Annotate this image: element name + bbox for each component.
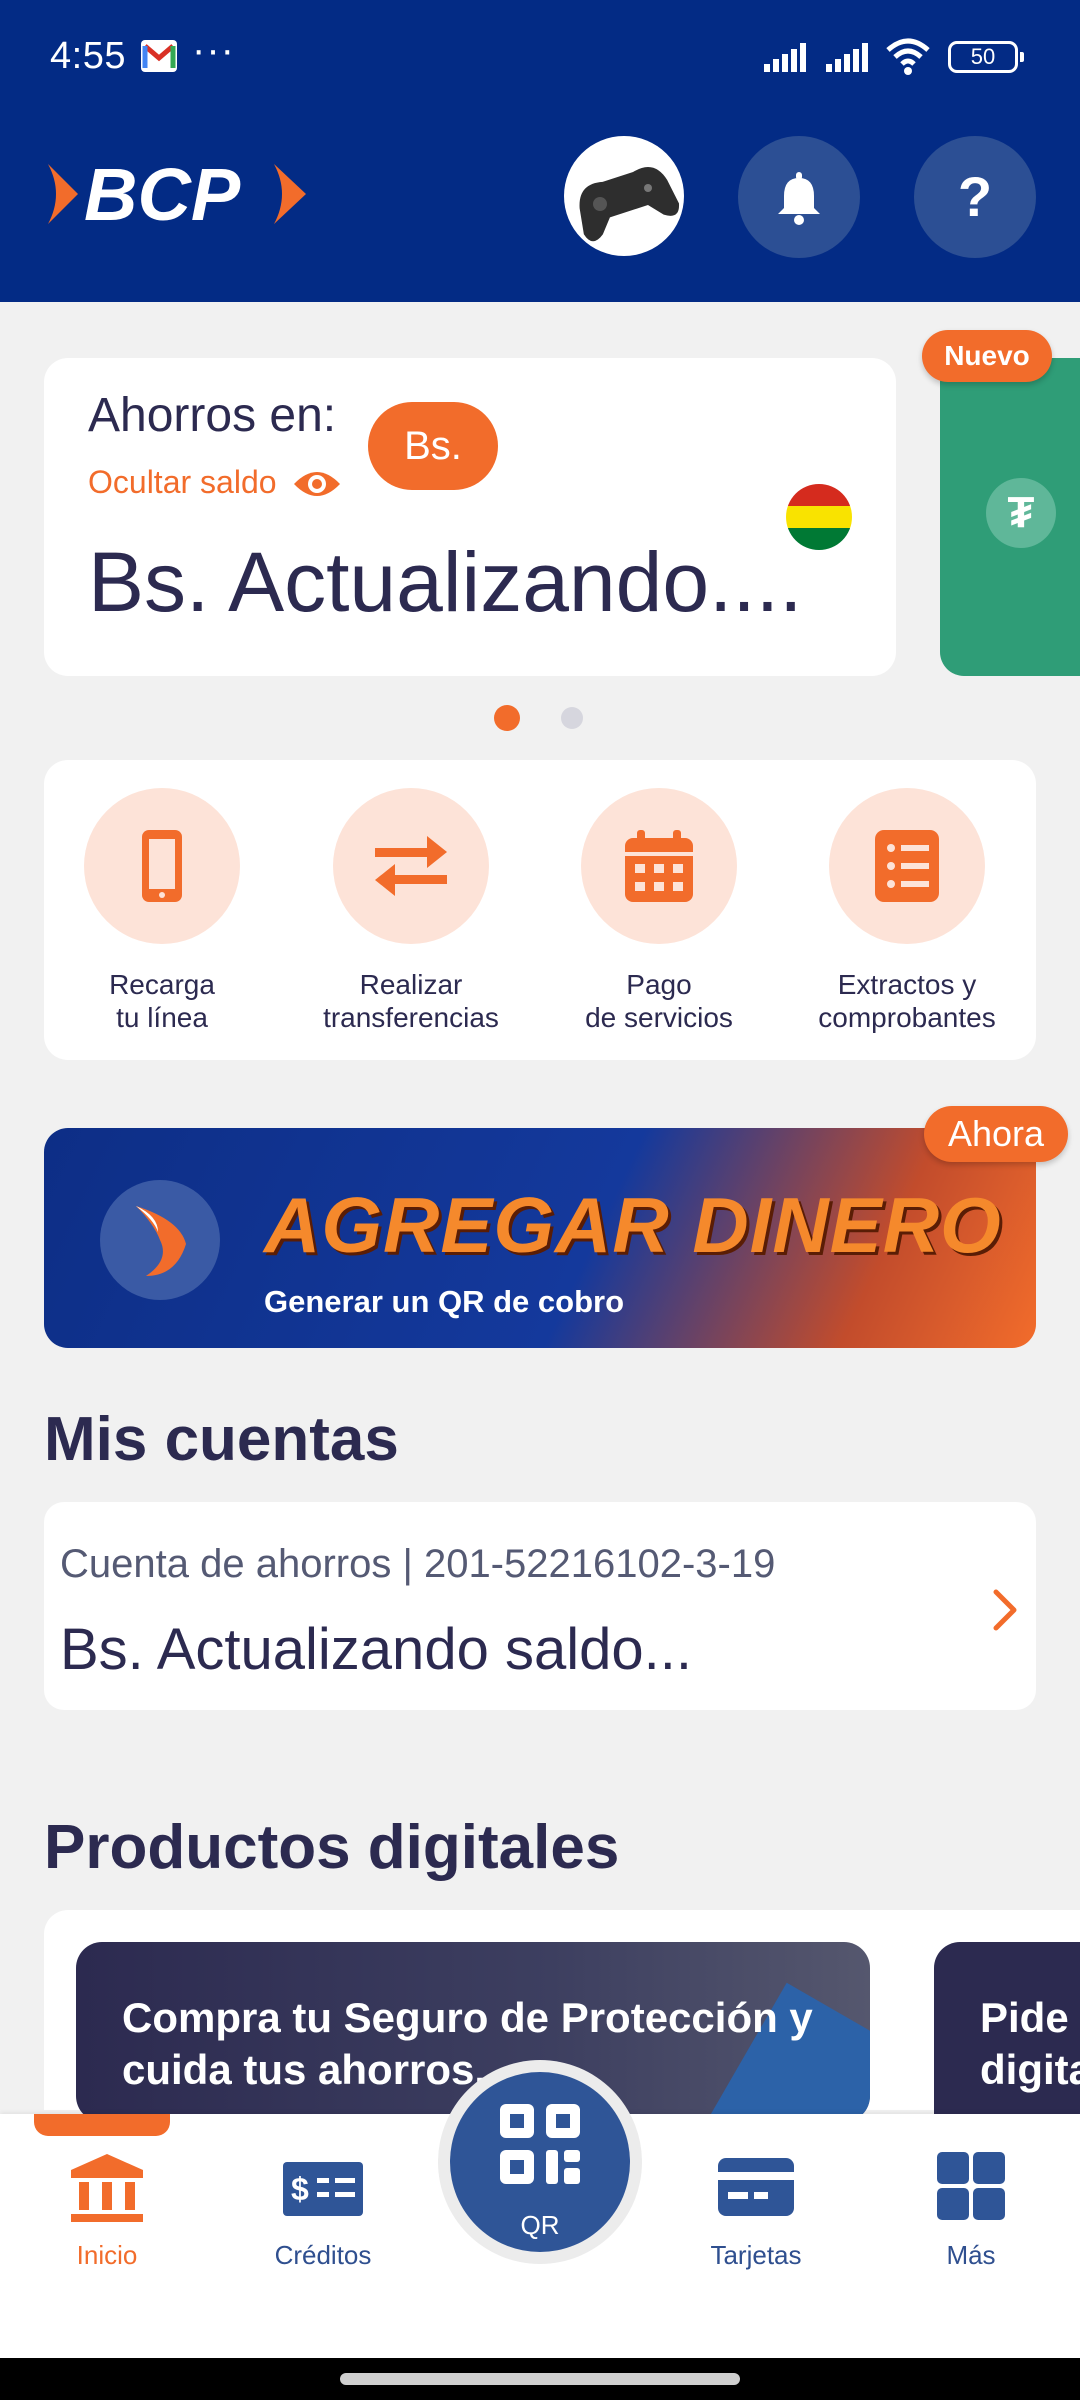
action-circle [333, 788, 489, 944]
now-badge: Ahora [924, 1106, 1068, 1162]
battery-icon: 50 [948, 41, 1024, 73]
gmail-notification-icon [141, 40, 177, 72]
nav-item-qr[interactable]: QR [450, 2072, 630, 2252]
eye-icon[interactable] [292, 466, 342, 502]
grid-icon [937, 2152, 1005, 2220]
add-money-banner[interactable]: AGREGAR DINERO Generar un QR de cobro [44, 1128, 1036, 1348]
help-button[interactable]: ? [914, 136, 1036, 258]
action-recharge[interactable]: Recarga tu línea [47, 788, 277, 1034]
more-notifications-icon: ··· [192, 28, 235, 72]
active-tab-indicator [34, 2114, 170, 2136]
new-badge: Nuevo [922, 330, 1052, 382]
transfer-icon [375, 836, 447, 896]
nav-label: QR [520, 2210, 560, 2240]
phone-icon [142, 830, 182, 902]
product-promo-card-peek[interactable]: Pide t digita [934, 1942, 1080, 2122]
app-header: 4:55 ··· 50 BCP ? [0, 0, 1080, 302]
signal-icon [764, 43, 806, 72]
action-circle [829, 788, 985, 944]
account-name: Cuenta de ahorros | 201-52216102-3-19 [60, 1542, 776, 1586]
currency-selector[interactable]: Bs. [368, 402, 498, 490]
notifications-button[interactable] [738, 136, 860, 258]
carousel-dot-active[interactable] [494, 705, 520, 731]
balance-label: Ahorros en: [88, 389, 337, 442]
status-time: 4:55 [50, 35, 126, 77]
nav-label: Inicio [76, 2240, 138, 2270]
account-card[interactable]: Cuenta de ahorros | 201-52216102-3-19 Bs… [44, 1502, 1036, 1710]
action-circle [84, 788, 240, 944]
bank-icon [71, 2154, 143, 2222]
logo-text: BCP [84, 154, 241, 234]
bcp-mark-icon [100, 1180, 220, 1300]
accounts-section-title: Mis cuentas [44, 1405, 399, 1474]
promo-text: Pide t digita [980, 1994, 1080, 2093]
card-icon [718, 2158, 794, 2216]
wifi-icon [886, 38, 930, 75]
home-gesture-handle[interactable] [340, 2373, 740, 2385]
calendar-icon [625, 830, 693, 902]
svg-text:$: $ [291, 2171, 309, 2207]
quick-actions: Recarga tu línea Realizar transferencias… [44, 760, 1036, 1060]
list-icon [875, 830, 939, 902]
gamepad-icon [579, 166, 679, 242]
tether-icon: ₮ [986, 478, 1056, 548]
banner-title: AGREGAR DINERO [264, 1181, 1002, 1269]
balance-value: Bs. Actualizando.... [88, 535, 803, 629]
usdt-balance-card-peek[interactable]: ₮ [940, 358, 1080, 676]
action-label: Recarga tu línea [109, 969, 215, 1033]
action-statements[interactable]: Extractos y comprobantes [792, 788, 1022, 1034]
nav-item-tarjetas[interactable]: Tarjetas [676, 2150, 836, 2271]
action-services[interactable]: Pago de servicios [544, 788, 774, 1034]
nav-label: Más [946, 2240, 996, 2270]
nav-label: Créditos [274, 2240, 372, 2270]
qr-icon [500, 2104, 580, 2184]
profile-avatar[interactable] [564, 136, 684, 256]
bcp-logo: BCP [48, 154, 306, 234]
account-balance: Bs. Actualizando saldo... [60, 1617, 692, 1682]
status-bar: 4:55 ··· 50 [0, 0, 1080, 115]
nav-item-inicio[interactable]: Inicio [27, 2150, 187, 2271]
credit-icon: $ [283, 2162, 363, 2216]
nav-label: Tarjetas [710, 2240, 802, 2270]
carousel-dot[interactable] [561, 707, 583, 729]
hide-balance-link[interactable]: Ocultar saldo [88, 464, 277, 501]
signal-icon-sim2 [826, 43, 868, 72]
nav-item-mas[interactable]: Más [891, 2150, 1051, 2271]
action-circle [581, 788, 737, 944]
action-label: Pago de servicios [585, 969, 733, 1033]
products-section-title: Productos digitales [44, 1813, 620, 1882]
nav-item-creditos[interactable]: $ Créditos [243, 2150, 403, 2271]
promo-text: Compra tu Seguro de Protección y cuida t… [122, 1994, 813, 2093]
banner-subtitle: Generar un QR de cobro [264, 1284, 625, 1319]
action-label: Realizar transferencias [323, 969, 499, 1033]
action-label: Extractos y comprobantes [818, 969, 996, 1033]
chevron-right-icon [993, 1589, 1017, 1631]
action-transfers[interactable]: Realizar transferencias [296, 788, 526, 1034]
balance-card[interactable]: Ahorros en: Bs. Ocultar saldo Bs. Actual… [44, 358, 896, 676]
bell-icon [778, 172, 820, 225]
